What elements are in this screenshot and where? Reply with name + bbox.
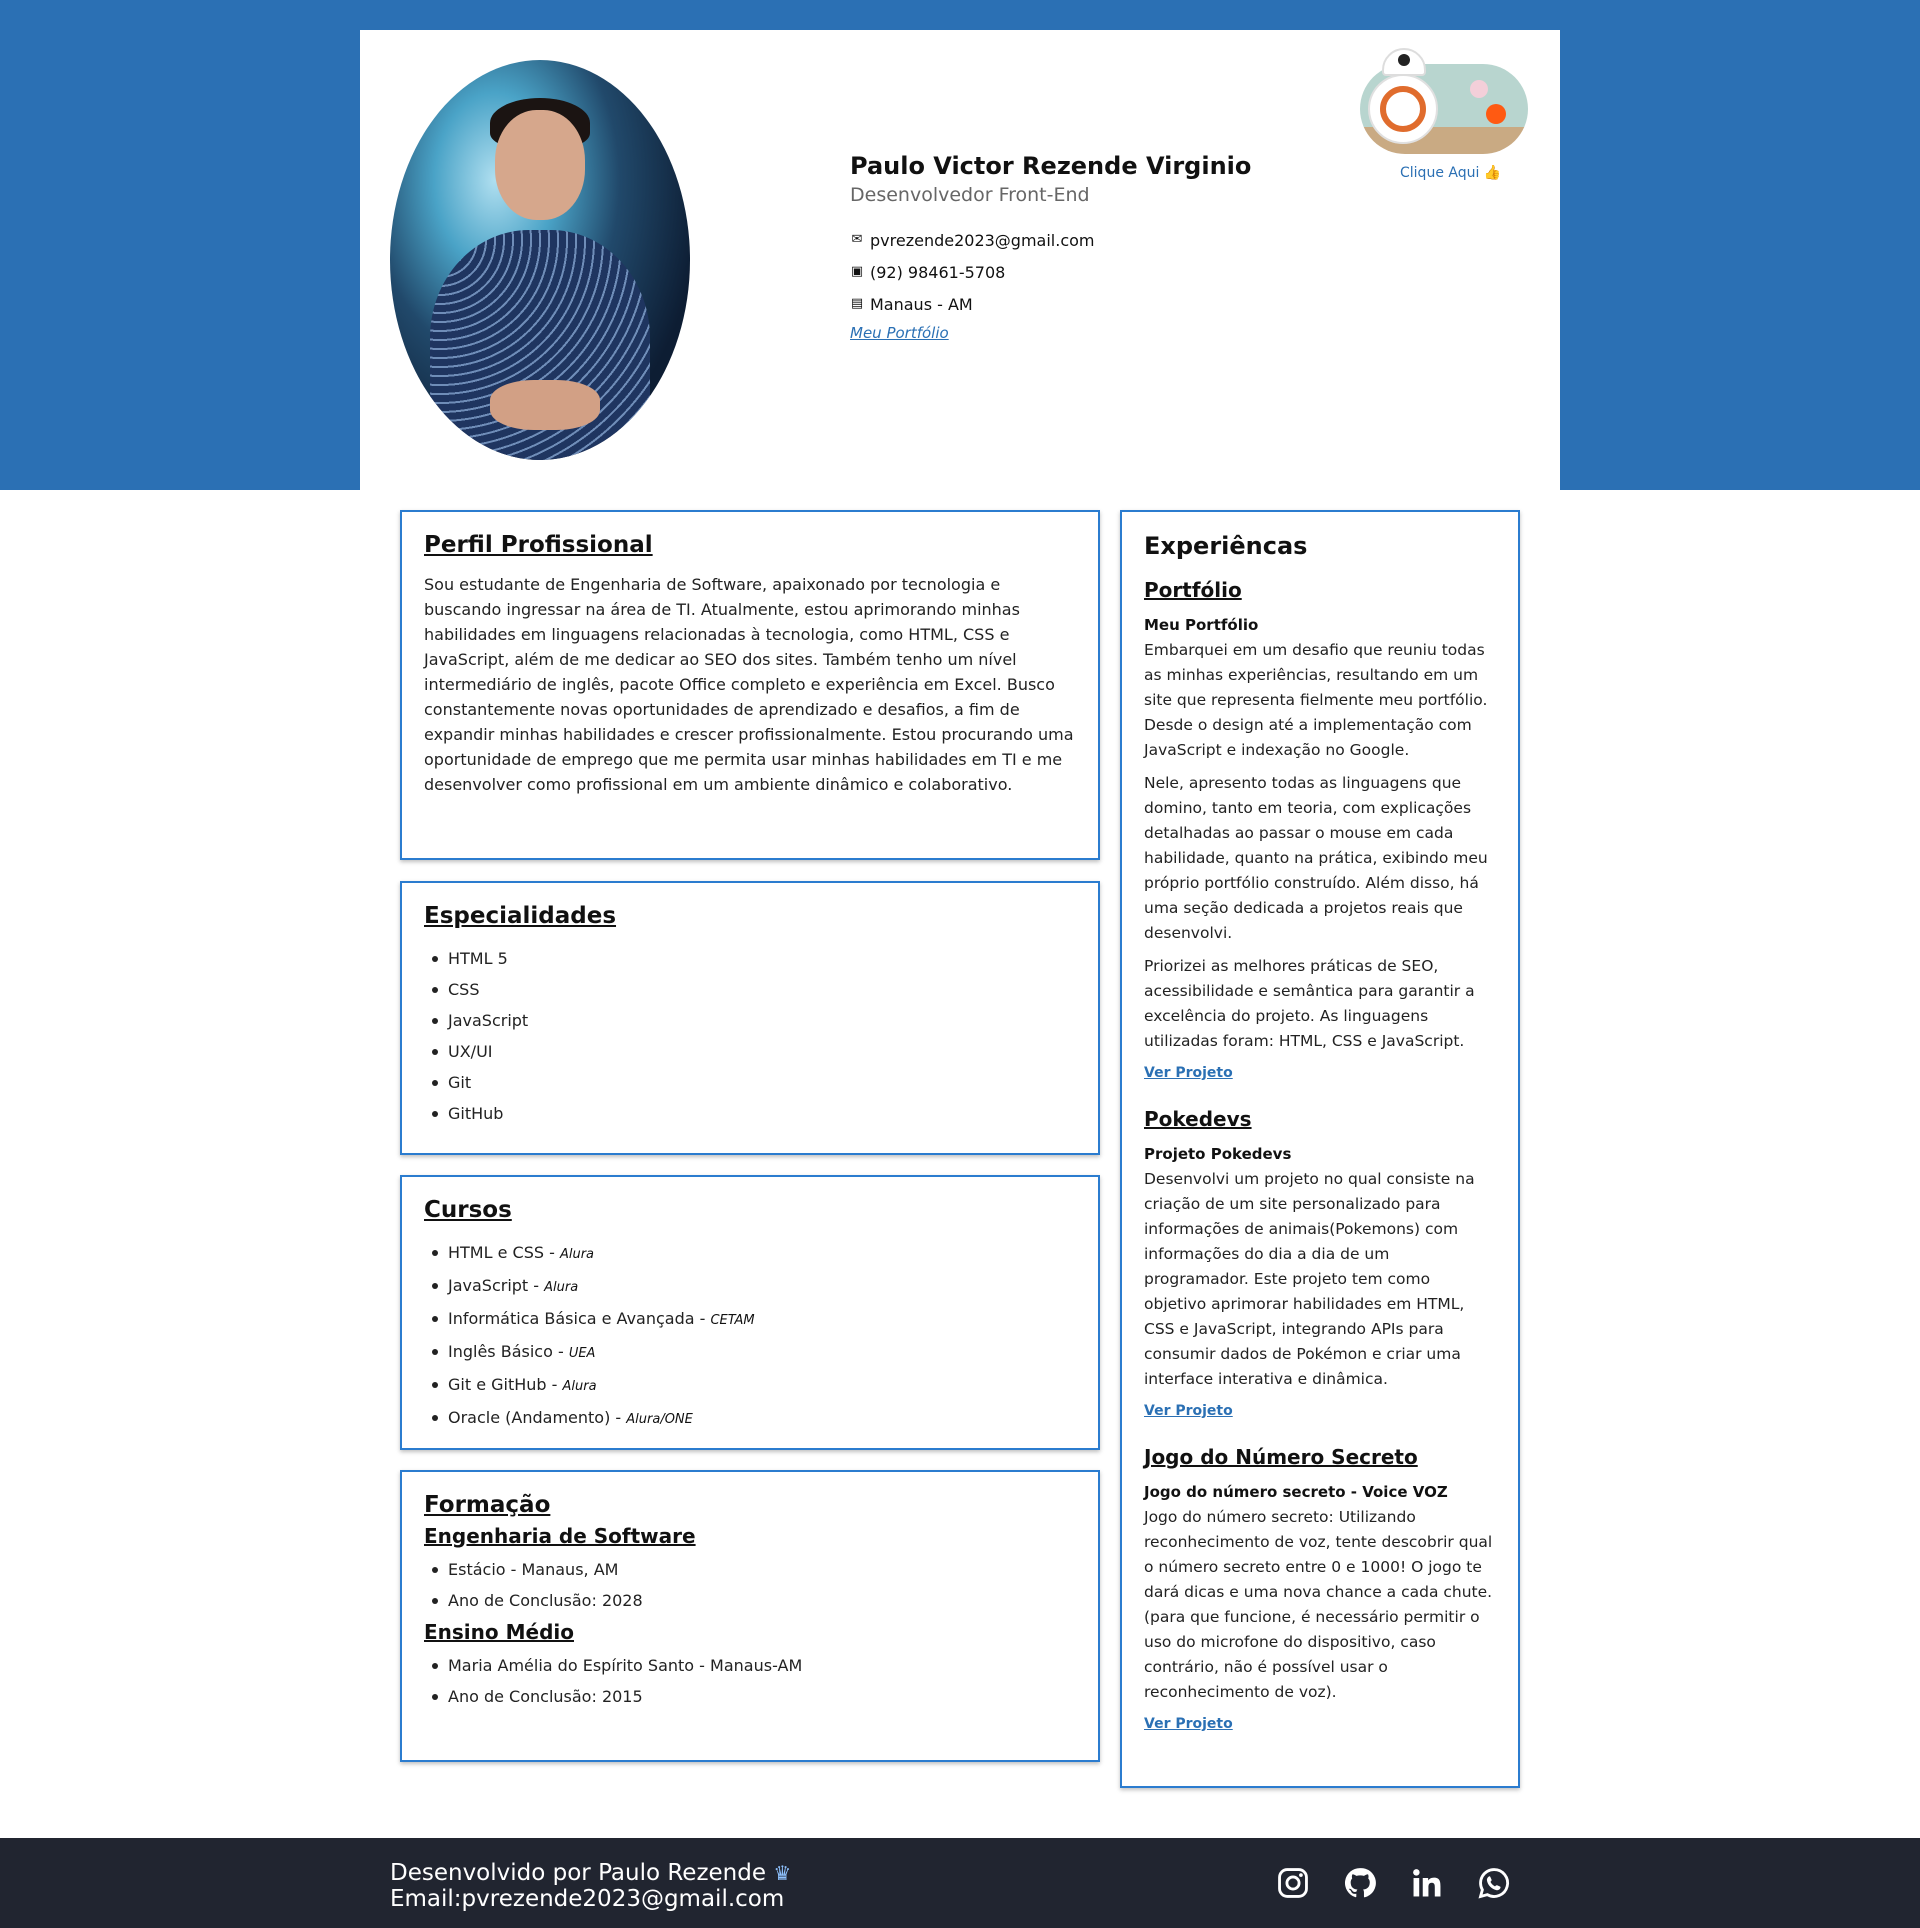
list-item: Oracle (Andamento) - Alura/ONE [428,1402,1076,1435]
list-item: Git e GitHub - Alura [428,1369,1076,1402]
whatsapp-icon[interactable] [1477,1866,1511,1900]
ver-projeto-link[interactable]: Ver Projeto [1144,1716,1233,1732]
identity: Paulo Victor Rezende Virginio Desenvolve… [850,152,1251,342]
crown-icon: ♛ [773,1861,792,1885]
experience-subtitle: Meu Portfólio [1144,616,1259,634]
instagram-icon[interactable] [1276,1866,1310,1900]
experience-title: Portfólio [1144,578,1242,602]
toggle-label[interactable]: Clique Aqui 👍 [1400,165,1501,181]
theme-toggle[interactable]: Clique Aqui 👍 [1360,34,1540,184]
experience-item: Portfólio Meu Portfólio Embarquei em um … [1144,578,1496,1103]
list-item: HTML 5 [428,943,1076,974]
formacao-section: Formação Engenharia de Software Estácio … [400,1470,1100,1762]
social-links [1276,1866,1511,1900]
experience-text: Jogo do número secreto: Utilizando recon… [1144,1508,1493,1701]
list-item: JavaScript [428,1005,1076,1036]
experience-title: Jogo do Número Secreto [1144,1445,1418,1469]
experience-subtitle: Jogo do número secreto - Voice VOZ [1144,1483,1448,1501]
experiencias-section: Experiêncas Portfólio Meu Portfólio Emba… [1120,510,1520,1788]
list-item: UX/UI [428,1036,1076,1067]
ver-projeto-link[interactable]: Ver Projeto [1144,1403,1233,1419]
list-item: Estácio - Manaus, AM [428,1554,1076,1585]
footer-email: Email:pvrezende2023@gmail.com [390,1886,785,1912]
especialidades-title: Especialidades [424,903,617,929]
phone-text: (92) 98461-5708 [870,262,1006,282]
list-item: Ano de Conclusão: 2028 [428,1585,1076,1616]
perfil-section: Perfil Profissional Sou estudante de Eng… [400,510,1100,860]
header-card: Paulo Victor Rezende Virginio Desenvolve… [360,30,1560,490]
contact-card-icon: ▣ [850,264,864,279]
footer-credits: Desenvolvido por Paulo Rezende ♛ Email:p… [390,1860,791,1912]
profile-role: Desenvolvedor Front-End [850,184,1090,206]
list-item: GitHub [428,1098,1076,1129]
formacao-title: Formação [424,1492,551,1518]
experiencias-title: Experiêncas [1144,532,1308,560]
especialidades-section: Especialidades HTML 5 CSS JavaScript UX/… [400,881,1100,1155]
perfil-text: Sou estudante de Engenharia de Software,… [424,575,1074,794]
experience-text: Nele, apresento todas as linguagens que … [1144,774,1488,942]
list-item: CSS [428,974,1076,1005]
linkedin-icon[interactable] [1410,1866,1444,1900]
profile-photo [390,60,690,460]
contact-list: ✉ pvrezende2023@gmail.com ▣ (92) 98461-5… [850,224,1251,343]
list-item: Git [428,1067,1076,1098]
experience-text: Priorizei as melhores práticas de SEO, a… [1144,957,1475,1050]
list-item: Ano de Conclusão: 2015 [428,1681,1076,1712]
perfil-title: Perfil Profissional [424,532,653,558]
footer: Desenvolvido por Paulo Rezende ♛ Email:p… [0,1838,1920,1928]
formacao-list: Estácio - Manaus, AM Ano de Conclusão: 2… [424,1554,1076,1616]
list-item: HTML e CSS - Alura [428,1237,1076,1270]
location-text: Manaus - AM [870,294,973,314]
experience-text: Desenvolvi um projeto no qual consiste n… [1144,1170,1475,1388]
list-item: Inglês Básico - UEA [428,1336,1076,1369]
contact-location: ▤ Manaus - AM [850,288,1251,320]
footer-credit-text: Desenvolvido por Paulo Rezende [390,1860,766,1886]
experience-item: Pokedevs Projeto Pokedevs Desenvolvi um … [1144,1107,1496,1441]
experience-text: Embarquei em um desafio que reuniu todas… [1144,641,1488,759]
cursos-section: Cursos HTML e CSS - Alura JavaScript - A… [400,1175,1100,1450]
portfolio-link[interactable]: Meu Portfólio [850,324,949,342]
list-item: JavaScript - Alura [428,1270,1076,1303]
envelope-icon: ✉ [851,232,863,247]
cursos-list: HTML e CSS - Alura JavaScript - Alura In… [424,1237,1076,1435]
github-icon[interactable] [1343,1866,1377,1900]
contact-email: ✉ pvrezende2023@gmail.com [850,224,1251,256]
profile-name: Paulo Victor Rezende Virginio [850,152,1252,180]
formacao-group-title: Ensino Médio [424,1620,574,1644]
especialidades-list: HTML 5 CSS JavaScript UX/UI Git GitHub [424,943,1076,1129]
experience-item: Jogo do Número Secreto Jogo do número se… [1144,1445,1496,1754]
list-item: Maria Amélia do Espírito Santo - Manaus-… [428,1650,1076,1681]
ver-projeto-link[interactable]: Ver Projeto [1144,1065,1233,1081]
building-icon: ▤ [850,296,864,311]
list-item: Informática Básica e Avançada - CETAM [428,1303,1076,1336]
cursos-title: Cursos [424,1197,512,1223]
contact-phone: ▣ (92) 98461-5708 [850,256,1251,288]
formacao-group-title: Engenharia de Software [424,1524,696,1548]
experience-title: Pokedevs [1144,1107,1252,1131]
email-text: pvrezende2023@gmail.com [870,230,1095,250]
formacao-list: Maria Amélia do Espírito Santo - Manaus-… [424,1650,1076,1712]
experience-subtitle: Projeto Pokedevs [1144,1145,1292,1163]
